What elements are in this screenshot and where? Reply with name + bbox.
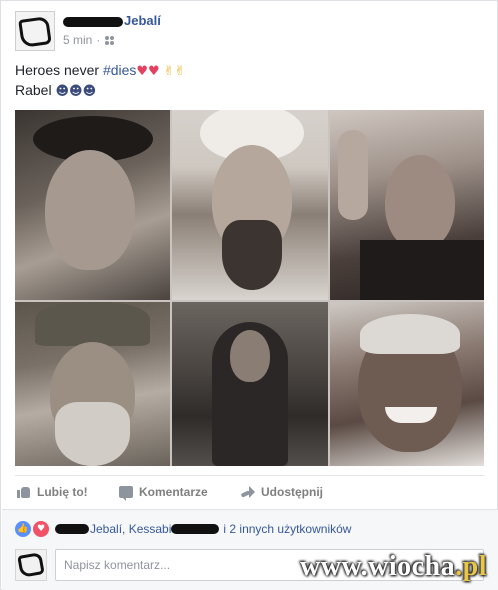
portrait-tile-4 [15, 302, 170, 466]
friends-icon[interactable] [104, 36, 116, 45]
author-avatar[interactable] [15, 11, 55, 51]
share-icon [241, 486, 255, 498]
like-button[interactable]: Lubię to! [17, 485, 88, 499]
post-text-rabel: Rabel [15, 82, 52, 98]
reactors-names[interactable]: Jebalí, Kessabi [90, 522, 171, 536]
comment-button[interactable]: Komentarze [119, 485, 208, 501]
name-redaction [63, 16, 123, 27]
post-meta: 5 min · [63, 33, 116, 47]
suit-shape [360, 240, 484, 300]
post-text-line1: Heroes never #dies♥♥ ✌✌ [15, 61, 485, 81]
portrait-face [385, 155, 455, 250]
name-redaction [55, 524, 89, 534]
portrait-tile-1 [15, 110, 170, 300]
divider [15, 475, 485, 476]
reactions-summary[interactable]: 👍 ♥ Jebalí, Kessabi i 2 innych użytkowni… [15, 519, 485, 539]
reactors-others-link[interactable]: i 2 innych użytkowników [223, 522, 351, 536]
share-label: Udostępnij [261, 485, 323, 499]
portrait-tile-2 [172, 110, 328, 300]
victory-hand-emoji-icon: ✌✌ [163, 64, 186, 79]
portrait-tile-5 [172, 302, 328, 466]
raised-arm-shape [338, 130, 368, 220]
cap-shape [35, 302, 150, 346]
watermark-main: www.wiocha [300, 551, 456, 582]
hair-shape [360, 314, 460, 354]
site-watermark: www.wiocha.pl [300, 551, 487, 583]
smile-shape [385, 407, 437, 423]
post-text: Heroes never #dies♥♥ ✌✌ Rabel ☻☻☻ [15, 61, 485, 101]
name-redaction [171, 524, 220, 534]
portrait-face [45, 150, 135, 270]
post-image-collage[interactable] [15, 110, 484, 466]
portrait-tile-3 [330, 110, 484, 300]
thumbs-up-icon [17, 486, 31, 498]
watermark-tld: .pl [455, 551, 487, 582]
author-name[interactable]: Jebalí [63, 13, 161, 29]
post-time[interactable]: 5 min [63, 33, 92, 47]
hashtag-link[interactable]: #dies [103, 62, 136, 78]
post-header: Jebalí 5 min · [15, 11, 485, 51]
post-text-prefix: Heroes never [15, 62, 103, 78]
post-text-line2: Rabel ☻☻☻ [15, 81, 485, 101]
comment-label: Komentarze [139, 485, 208, 499]
redaction-scribble [17, 552, 45, 578]
police-emoji-icon: ☻☻☻ [55, 84, 97, 99]
author-name-visible[interactable]: Jebalí [124, 13, 161, 28]
portrait-face [230, 330, 270, 382]
love-reaction-icon: ♥ [33, 521, 49, 537]
beard-shape [222, 220, 282, 290]
beard-shape [55, 402, 130, 466]
post-card: Jebalí 5 min · Heroes never #dies♥♥ ✌✌ Ra… [0, 0, 498, 590]
commenter-avatar [15, 549, 47, 581]
like-reaction-icon: 👍 [15, 521, 31, 537]
post-action-bar: Lubię to! Komentarze Udostępnij [15, 481, 485, 505]
meta-separator: · [96, 33, 101, 47]
portrait-tile-6 [330, 302, 484, 466]
heart-emoji-icon: ♥♥ [136, 64, 160, 79]
redaction-scribble [18, 16, 52, 48]
like-label: Lubię to! [37, 485, 88, 499]
comment-icon [119, 486, 133, 501]
share-button[interactable]: Udostępnij [241, 485, 323, 499]
